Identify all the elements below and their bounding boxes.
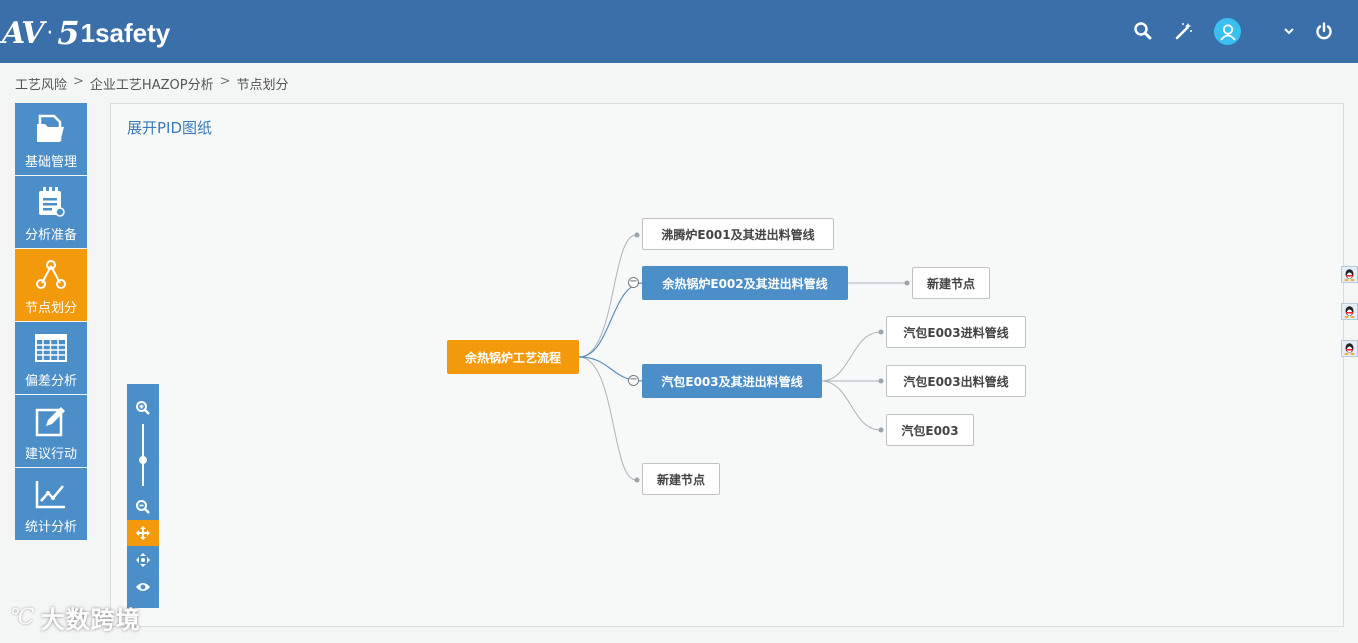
search-icon[interactable] [1130,18,1156,44]
collapse-toggle[interactable]: − [628,375,639,386]
breadcrumb-item-process-risk[interactable]: 工艺风险 [15,74,67,93]
mindmap-node-new-e002[interactable]: 新建节点 [912,267,990,299]
breadcrumb-item-hazop[interactable]: 企业工艺HAZOP分析 [90,74,214,93]
top-header: AV · 5 1safety [0,0,1358,63]
breadcrumb-item-node-division: 节点划分 [236,78,289,93]
pan-move-icon[interactable] [127,520,159,546]
mindmap-node-drum-inlet[interactable]: 汽包E003进料管线 [886,316,1026,348]
nav-item-recommended-actions[interactable]: 建议行动 [15,395,87,467]
nav-label: 基础管理 [24,155,77,170]
nav-label: 分析准备 [24,228,77,243]
mindmap-node-drum-e003[interactable]: 汽包E003及其进出料管线 [642,364,822,398]
nav-item-basic-management[interactable]: 基础管理 [15,103,87,175]
collapse-toggle[interactable]: − [628,277,639,288]
nav-label: 节点划分 [24,301,77,316]
logo-dot: · [46,20,54,46]
mindmap-node-drum[interactable]: 汽包E003 [886,414,974,446]
mindmap-canvas[interactable]: 展开PID图纸 余热锅炉工艺流程 沸腾炉E001及其进出料管线 − 余热锅炉E0… [110,103,1344,627]
mindmap-root-node[interactable]: 余热锅炉工艺流程 [447,340,579,374]
side-navigation: 基础管理 分析准备 节点划分 偏差分析 建议行动 统计分析 [15,103,87,541]
mindmap-node-boiler-e001[interactable]: 沸腾炉E001及其进出料管线 [642,218,834,250]
nav-label: 偏差分析 [24,374,77,389]
breadcrumb-separator: > [219,74,231,89]
preview-eye-icon[interactable] [127,574,159,600]
zoom-slider-handle[interactable] [139,456,147,464]
qq-chat-icon[interactable] [1341,266,1358,283]
logo-mark: AV [2,15,44,51]
nav-label: 建议行动 [24,447,77,462]
qq-chat-icon[interactable] [1341,303,1358,320]
breadcrumb-separator: > [73,74,84,89]
watermark-mark: ℃ [10,605,35,630]
checklist-icon [33,184,69,220]
zoom-in-icon[interactable] [127,395,159,421]
power-icon[interactable] [1311,18,1337,44]
edit-icon [33,403,69,439]
mindmap-node-new[interactable]: 新建节点 [642,463,720,495]
logo-number: 5 [57,14,80,52]
chevron-down-icon[interactable] [1276,18,1302,44]
zoom-toolbar [127,384,159,608]
mindmap-node-boiler-e002[interactable]: 余热锅炉E002及其进出料管线 [642,266,848,300]
qq-chat-icon[interactable] [1341,340,1358,357]
grid-table-icon [33,330,69,366]
watermark-text: 大数跨境 [40,606,141,634]
magic-wand-icon[interactable] [1171,18,1197,44]
center-view-icon[interactable] [127,547,159,573]
logo-text: 1safety [80,17,171,48]
line-chart-icon [33,476,69,512]
node-share-icon [33,257,69,293]
watermark: ℃ 大数跨境 [10,600,141,635]
logo: AV · 5 1safety [2,12,170,54]
folder-doc-icon [33,111,69,147]
nav-item-statistics[interactable]: 统计分析 [15,468,87,540]
zoom-slider-track[interactable] [142,424,144,486]
nav-item-analysis-prep[interactable]: 分析准备 [15,176,87,248]
breadcrumb: 工艺风险 > 企业工艺HAZOP分析 > 节点划分 [15,74,289,93]
nav-item-deviation-analysis[interactable]: 偏差分析 [15,322,87,394]
user-avatar[interactable] [1214,18,1241,45]
nav-item-node-division[interactable]: 节点划分 [15,249,87,321]
nav-label: 统计分析 [24,520,77,535]
mindmap-node-drum-outlet[interactable]: 汽包E003出料管线 [886,365,1026,397]
zoom-out-icon[interactable] [127,494,159,520]
